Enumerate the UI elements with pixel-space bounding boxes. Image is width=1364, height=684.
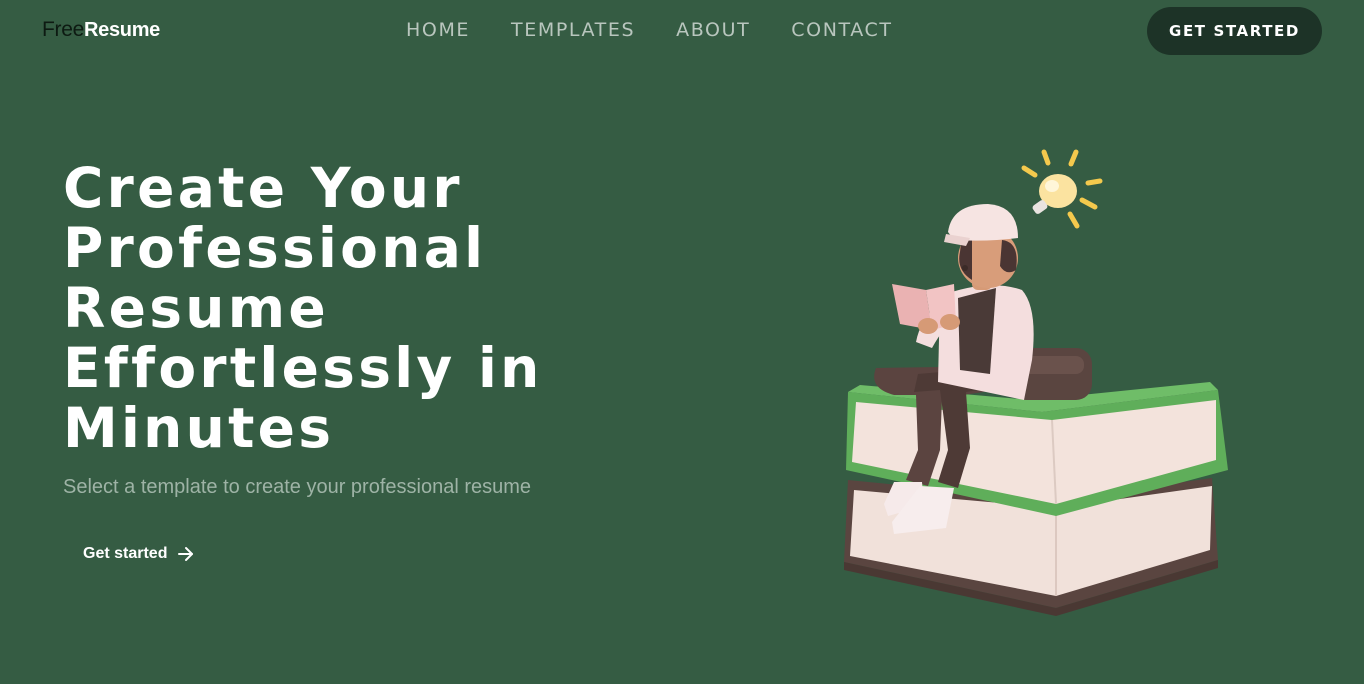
get-started-header-button[interactable]: GET STARTED (1147, 7, 1322, 55)
nav-link-contact[interactable]: CONTACT (791, 19, 892, 41)
logo-text-free: Free (42, 18, 84, 41)
arrow-right-icon (177, 545, 195, 563)
logo-text-resume: Resume (83, 19, 160, 41)
get-started-hero-button[interactable]: Get started (83, 545, 195, 563)
hero-title-line-5: Minutes (63, 396, 335, 460)
hero-title-line-1: Create Your (63, 156, 463, 220)
hero-title-line-4: Effortlessly in (63, 336, 543, 400)
get-started-hero-label: Get started (83, 545, 168, 562)
nav-link-templates[interactable]: TEMPLATES (511, 19, 635, 41)
site-logo[interactable]: FreeResume (42, 18, 160, 42)
lightbulb-icon (1021, 149, 1103, 229)
nav-link-about[interactable]: ABOUT (676, 19, 750, 41)
person-head (944, 204, 1018, 290)
hero-title-line-2: Professional (63, 216, 487, 280)
hero-title: Create Your Professional Resume Effortle… (63, 158, 623, 458)
open-book (892, 284, 960, 334)
hero-illustration (820, 130, 1250, 620)
nav-link-home[interactable]: HOME (406, 19, 470, 41)
hero-title-line-3: Resume (63, 276, 329, 340)
hero-subtitle: Select a template to create your profess… (63, 476, 532, 498)
main-nav: HOME TEMPLATES ABOUT CONTACT (406, 19, 893, 41)
top-navigation-bar: FreeResume HOME TEMPLATES ABOUT CONTACT … (0, 0, 1364, 64)
